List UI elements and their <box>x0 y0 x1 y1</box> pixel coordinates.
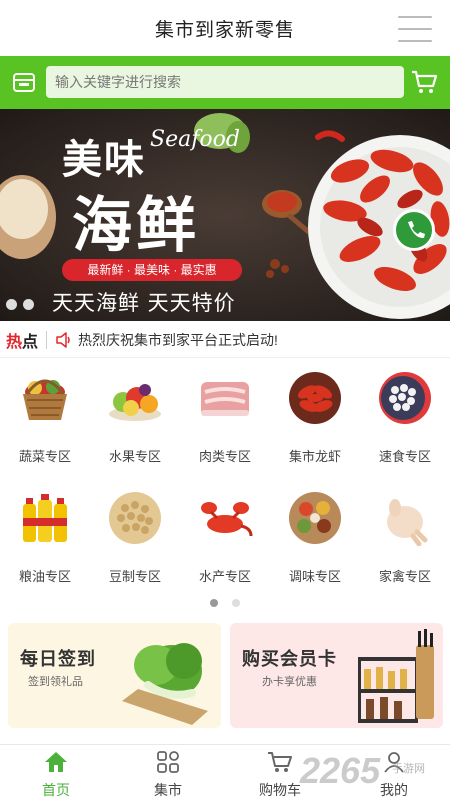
category-grain-oil[interactable]: 粮油专区 <box>0 490 90 585</box>
sign-in-title: 每日签到 <box>20 649 96 669</box>
watermark-site: 手游网 <box>392 763 425 775</box>
soybean-icon <box>109 492 161 544</box>
search-bar <box>0 56 450 109</box>
category-pagination[interactable] <box>0 599 450 607</box>
category-label: 家禽专区 <box>378 569 431 584</box>
category-label: 水产专区 <box>198 569 251 584</box>
phone-call-icon[interactable] <box>393 209 435 251</box>
cooking-oil-icon <box>23 494 67 542</box>
category-seafood[interactable]: 水产专区 <box>180 490 270 585</box>
vegetable-basket-icon <box>23 379 67 420</box>
fruit-icon <box>109 384 161 421</box>
category-label: 水果专区 <box>108 449 161 464</box>
sign-in-subtitle: 签到领礼品 <box>28 676 83 688</box>
tab-market[interactable]: 集市 <box>112 745 224 800</box>
home-icon <box>45 752 67 772</box>
category-fast-food[interactable]: 速食专区 <box>360 370 450 465</box>
member-card-promo[interactable]: 购买会员卡 办卡享优惠 <box>230 623 443 728</box>
kitchen-rack-image <box>358 629 434 723</box>
cart-icon <box>268 752 292 772</box>
tab-home[interactable]: 首页 <box>0 745 112 800</box>
daily-sign-in-card[interactable]: 每日签到 签到领礼品 <box>8 623 221 728</box>
category-vegetables[interactable]: 蔬菜专区 <box>0 370 90 465</box>
category-label: 蔬菜专区 <box>18 449 71 464</box>
category-crayfish[interactable]: 集市龙虾 <box>270 370 360 465</box>
category-meat[interactable]: 肉类专区 <box>180 370 270 465</box>
category-poultry[interactable]: 家禽专区 <box>360 490 450 585</box>
category-label: 调味专区 <box>288 569 341 584</box>
lobster-icon <box>201 502 253 537</box>
meat-icon <box>201 382 249 416</box>
poultry-icon <box>387 499 428 547</box>
crayfish-icon <box>289 372 341 424</box>
hot-label: 热点 <box>6 333 39 351</box>
category-seasoning[interactable]: 调味专区 <box>270 490 360 585</box>
market-grid-icon <box>157 751 179 773</box>
banner-pagination[interactable] <box>6 299 34 310</box>
bok-choy-image <box>122 643 208 725</box>
banner-slogan: 天天海鲜 天天特价 <box>52 291 236 315</box>
category-label: 粮油专区 <box>18 569 71 584</box>
menu-icon[interactable] <box>398 16 432 42</box>
bottom-tab-bar: 首页 集市 购物车 我的 <box>0 744 450 800</box>
fast-food-icon <box>379 372 431 424</box>
cart-icon[interactable] <box>410 68 438 96</box>
title-bar: 集市到家新零售 <box>0 0 450 56</box>
member-card-subtitle: 办卡享优惠 <box>262 676 317 688</box>
search-input[interactable] <box>46 66 404 98</box>
member-card-title: 购买会员卡 <box>242 649 337 669</box>
notice-text: 热烈庆祝集市到家平台正式启动! <box>78 331 278 348</box>
category-fruits[interactable]: 水果专区 <box>90 370 180 465</box>
speaker-icon <box>56 331 70 348</box>
banner-title-line2: 海鲜 <box>72 191 200 261</box>
promo-banner[interactable]: 美味 Seafood 海鲜 最新鲜 · 最美味 · 最实惠 天天海鲜 天天特价 <box>0 109 450 321</box>
category-label: 集市龙虾 <box>288 449 341 464</box>
category-label: 肉类专区 <box>198 449 251 464</box>
store-icon[interactable] <box>12 70 36 94</box>
tab-label: 首页 <box>42 782 70 798</box>
banner-tagline: 最新鲜 · 最美味 · 最实惠 <box>62 259 242 281</box>
tab-label: 集市 <box>154 782 182 798</box>
category-label: 速食专区 <box>378 449 431 464</box>
notice-bar[interactable]: 热点 热烈庆祝集市到家平台正式启动! <box>0 322 450 358</box>
category-soy[interactable]: 豆制专区 <box>90 490 180 585</box>
watermark-number: 2265 <box>300 750 381 791</box>
banner-script-text: Seafood <box>150 127 240 152</box>
divider <box>46 330 48 349</box>
page-title: 集市到家新零售 <box>154 19 295 41</box>
category-label: 豆制专区 <box>108 569 161 584</box>
spices-icon <box>289 492 341 544</box>
